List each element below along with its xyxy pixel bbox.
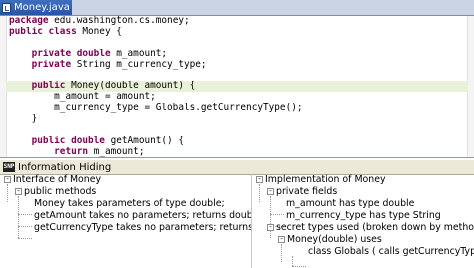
code-line[interactable]: } [6, 114, 468, 125]
code-line[interactable]: public class Money { [6, 27, 468, 38]
tree-leaf-label: getAmount takes no parameters; returns d… [34, 210, 252, 221]
view-title: Information Hiding [18, 161, 112, 173]
tab-money-java[interactable]: Money.java [0, 0, 72, 15]
code-line-current[interactable]: public Money(double amount) { [6, 81, 468, 93]
tree-leaf-label: Money takes parameters of type double; [34, 198, 225, 209]
code-line[interactable]: return m_amount; [6, 147, 468, 158]
code-line[interactable]: public double getAmount() { [6, 136, 468, 147]
tree-node-label: public methods [24, 186, 97, 197]
code-editor[interactable]: Money.java package edu.washington.cs.mon… [0, 0, 474, 158]
collapse-toggle[interactable]: - [267, 224, 274, 231]
tree-node-label: Money(double) uses [287, 234, 382, 245]
code-line[interactable] [6, 38, 468, 49]
overview-ruler [467, 16, 474, 157]
tree-leaf-label: m_amount has type double [286, 198, 415, 209]
view-title-bar[interactable]: SNP Information Hiding [0, 159, 474, 175]
implementation-tree[interactable]: - Implementation of Money - private fiel… [252, 174, 474, 268]
code-line[interactable] [6, 125, 468, 136]
tree-node-label: Implementation of Money [265, 174, 386, 185]
tree-node-label: secret types used (broken down by method… [276, 222, 474, 233]
collapse-toggle[interactable]: - [4, 176, 11, 183]
tree-leaf-label: class Globals ( calls getCurrencyType ) [308, 246, 474, 257]
interface-tree[interactable]: - Interface of Money - public methods Mo… [0, 174, 252, 268]
tree-node-label: private fields [276, 186, 338, 197]
tree-leaf-label: m_currency_type has type String [286, 210, 441, 221]
collapse-toggle[interactable]: - [256, 176, 263, 183]
collapse-toggle[interactable]: - [278, 236, 285, 243]
editor-tab-bar: Money.java [0, 0, 474, 16]
collapse-toggle[interactable]: - [267, 188, 274, 195]
code-line[interactable]: private double m_amount; [6, 49, 468, 60]
code-line[interactable]: package edu.washington.cs.money; [6, 16, 468, 27]
tab-label: Money.java [14, 2, 70, 13]
collapse-toggle[interactable]: - [15, 188, 22, 195]
code-line[interactable] [6, 70, 468, 81]
tree-node-label: Interface of Money [13, 174, 102, 185]
code-line[interactable]: m_amount = amount; [6, 92, 468, 103]
java-file-icon [2, 2, 11, 13]
code-line[interactable]: private String m_currency_type; [6, 60, 468, 71]
view-icon: SNP [3, 162, 15, 172]
code-area[interactable]: package edu.washington.cs.money; public … [6, 16, 468, 158]
information-hiding-view: SNP Information Hiding - Interface of Mo… [0, 159, 474, 268]
tree-leaf-label: getCurrencyType takes no parameters; ret… [34, 222, 252, 233]
code-line[interactable]: m_currency_type = Globals.getCurrencyTyp… [6, 103, 468, 114]
